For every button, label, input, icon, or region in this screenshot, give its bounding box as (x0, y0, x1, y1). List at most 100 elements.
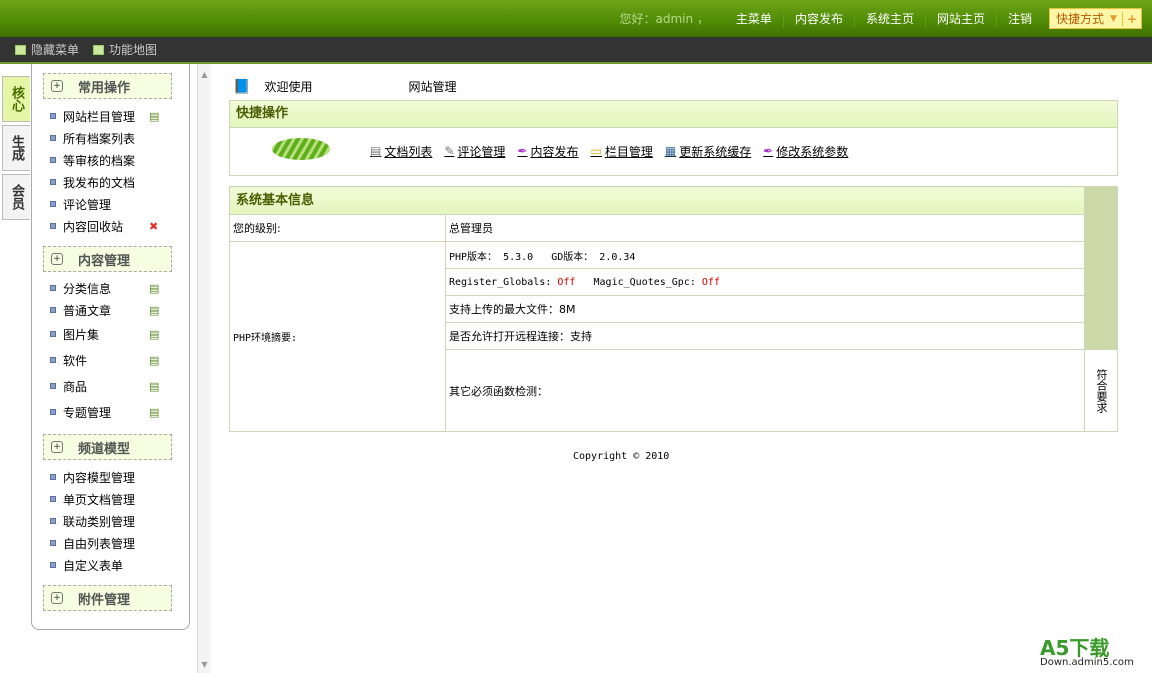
menu-item[interactable]: 联动类别管理 (32, 510, 189, 532)
folder-icon: ▭ (590, 144, 602, 158)
menu-item-label: 联动类别管理 (63, 514, 136, 529)
menu-item[interactable]: 图片集 ▤ (32, 321, 189, 347)
tab-member[interactable]: 会员 (2, 174, 30, 220)
menu-item-label: 所有档案列表 (63, 131, 136, 146)
sitemap-label: 功能地图 (109, 43, 158, 57)
bullet-icon (50, 223, 56, 229)
level-label: 您的级别: (229, 214, 446, 242)
quick-link-doc-list[interactable]: ▤ 文档列表 (370, 143, 432, 160)
menu-group-common[interactable]: + 常用操作 (43, 73, 172, 99)
copyright: Copyright © 2010 (573, 451, 670, 462)
menu-item-label: 我发布的文档 (63, 175, 136, 190)
bullet-icon (50, 357, 56, 363)
tab-core[interactable]: 核心 (2, 76, 30, 122)
top-header: 您好：admin ， 主菜单 内容发布 系统主页 网站主页 注销 快捷方式 ▼ … (0, 0, 1152, 37)
group-title: 附件管理 (78, 592, 131, 608)
shortcut-dropdown[interactable]: 快捷方式 ▼ + (1049, 8, 1142, 29)
menu-item-label: 软件 (63, 353, 88, 368)
panel-icon (15, 44, 26, 55)
scrollbar[interactable]: ▲ ▼ (197, 64, 211, 673)
brush-icon: ✒ (517, 144, 528, 158)
functions-result: 符合要求 (1084, 349, 1118, 432)
level-value: 总管理员 (445, 214, 1085, 242)
group-title: 频道模型 (78, 441, 131, 457)
scroll-down-icon[interactable]: ▼ (198, 660, 211, 669)
add-icon[interactable]: ▤ (149, 328, 159, 341)
menu-item[interactable]: 分类信息 ▤ (32, 277, 189, 299)
tab-generate[interactable]: 生成 (2, 125, 30, 171)
menu-item-label: 普通文章 (63, 303, 112, 318)
quick-link-publish[interactable]: ✒ 内容发布 (517, 143, 578, 160)
nav-system-home[interactable]: 系统主页 (853, 10, 925, 27)
nav-content-publish[interactable]: 内容发布 (782, 10, 854, 27)
bullet-icon (50, 518, 56, 524)
add-icon[interactable]: ▤ (149, 406, 159, 419)
expand-icon: + (51, 253, 63, 265)
group-title: 内容管理 (78, 253, 131, 269)
hide-menu-button[interactable]: 隐藏菜单 (15, 41, 79, 58)
menu-item[interactable]: 网站栏目管理 ▤ (32, 105, 189, 127)
bullet-icon (50, 307, 56, 313)
menu-item[interactable]: 内容回收站 ✖ (32, 215, 189, 237)
system-info-panel: 系统基本信息 您的级别: 总管理员 PHP环境摘要: PHP版本： 5.3.0 GD… (229, 186, 1118, 432)
quick-actions-panel: 快捷操作 ▤ 文档列表 ✎ 评论管理 ✒ 内容发布 ▭ 栏目管理 ▦ 更新系统缓存 ✒ 修改… (229, 100, 1118, 176)
menu-item[interactable]: 专题管理 ▤ (32, 399, 189, 425)
menu-item-label: 等审核的档案 (63, 153, 136, 168)
top-nav: 您好：admin ， 主菜单 内容发布 系统主页 网站主页 注销 快捷方式 ▼ … (620, 8, 1142, 29)
menu-item[interactable]: 软件 ▤ (32, 347, 189, 373)
menu-group-channel[interactable]: + 频道模型 (43, 434, 172, 460)
menu-item[interactable]: 我发布的文档 (32, 171, 189, 193)
add-icon[interactable]: ▤ (149, 380, 159, 393)
bullet-icon (50, 331, 56, 337)
bullet-icon (50, 113, 56, 119)
bullet-icon (50, 383, 56, 389)
bullet-icon (50, 540, 56, 546)
menu-item[interactable]: 普通文章 ▤ (32, 299, 189, 321)
menu-item[interactable]: 商品 ▤ (32, 373, 189, 399)
menu-item[interactable]: 单页文档管理 (32, 488, 189, 510)
welcome-row: 📘 欢迎使用 网站管理 (233, 78, 456, 95)
side-tabs: 核心 生成 会员 (2, 76, 32, 223)
menu-item[interactable]: 内容模型管理 (32, 466, 189, 488)
group-title: 常用操作 (78, 80, 131, 96)
quick-link-update-cache[interactable]: ▦ 更新系统缓存 (665, 143, 751, 160)
clear-icon[interactable]: ✖ (149, 220, 158, 233)
globals-row: Register_Globals: Off Magic_Quotes_Gpc: … (445, 268, 1085, 296)
quick-link-system-params[interactable]: ✒ 修改系统参数 (763, 143, 848, 160)
quick-link-columns[interactable]: ▭ 栏目管理 (591, 143, 653, 160)
nav-logout[interactable]: 注销 (995, 10, 1043, 27)
php-label: PHP环境摘要: (229, 241, 446, 432)
menu-item-label: 自定义表单 (63, 558, 124, 573)
toolbar: 隐藏菜单 功能地图 (0, 37, 1152, 64)
shortcut-label: 快捷方式 (1056, 12, 1105, 26)
add-icon[interactable]: ▤ (149, 282, 159, 295)
menu-item-label: 自由列表管理 (63, 536, 136, 551)
menu-item[interactable]: 所有档案列表 (32, 127, 189, 149)
menu-item[interactable]: 评论管理 (32, 193, 189, 215)
quick-link-comments[interactable]: ✎ 评论管理 (444, 143, 505, 160)
add-icon[interactable]: ▤ (149, 304, 159, 317)
expand-icon: + (51, 441, 63, 453)
nav-site-home[interactable]: 网站主页 (924, 10, 996, 27)
site-title: 网站管理 (408, 80, 457, 94)
scroll-up-icon[interactable]: ▲ (198, 70, 211, 79)
add-shortcut-icon[interactable]: + (1121, 11, 1141, 26)
menu-item[interactable]: 自由列表管理 (32, 532, 189, 554)
menu-item-label: 单页文档管理 (63, 492, 136, 507)
hide-menu-label: 隐藏菜单 (31, 43, 80, 57)
menu-item[interactable]: 自定义表单 (32, 554, 189, 576)
calculator-icon: ▦ (664, 144, 677, 158)
sitemap-button[interactable]: 功能地图 (93, 41, 157, 58)
menu-group-content[interactable]: + 内容管理 (43, 246, 172, 272)
side-menu: + 常用操作 网站栏目管理 ▤ 所有档案列表 等审核的档案 我发布的文档 评论管理 … (31, 64, 190, 630)
bullet-icon (50, 496, 56, 502)
menu-item[interactable]: 等审核的档案 (32, 149, 189, 171)
nav-main-menu[interactable]: 主菜单 (725, 10, 783, 27)
menu-item-label: 内容模型管理 (63, 470, 136, 485)
add-icon[interactable]: ▤ (149, 110, 159, 123)
menu-group-attachment[interactable]: + 附件管理 (43, 585, 172, 611)
bullet-icon (50, 562, 56, 568)
brush-icon: ✒ (763, 144, 774, 158)
leaf-logo-icon (272, 138, 330, 160)
add-icon[interactable]: ▤ (149, 354, 159, 367)
